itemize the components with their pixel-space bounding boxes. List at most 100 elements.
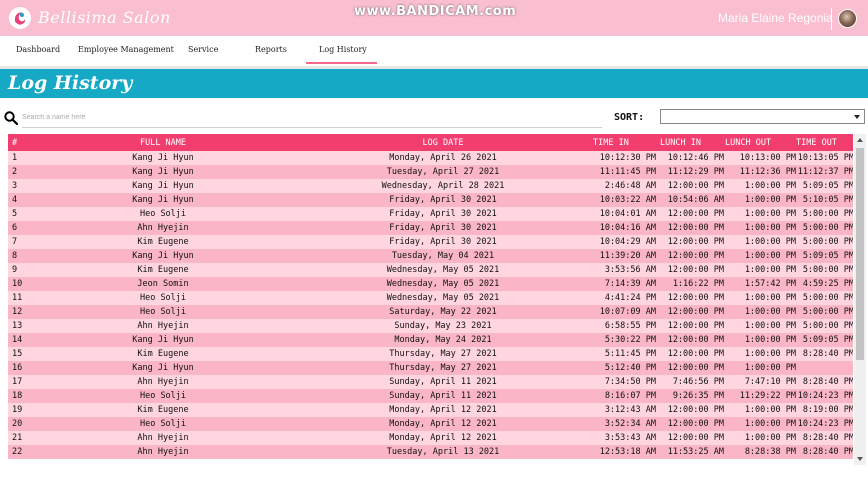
table-row[interactable]: 13 Ahn Hyejin Sunday, May 23 2021 6:58:55 P… [8, 319, 853, 333]
recording-watermark: www.BANDICAM.com [354, 4, 517, 19]
col-header-time-out: TIME OUT [796, 138, 837, 148]
table-row[interactable]: 15 Kim Eugene Thursday, May 27 2021 5:11:45… [8, 347, 853, 361]
row-log-date: Friday, April 30 2021 [389, 195, 497, 205]
table-row[interactable]: 14 Kang Ji Hyun Monday, May 24 2021 5:30:22… [8, 333, 853, 347]
table-row[interactable]: 1 Kang Ji Hyun Monday, April 26 2021 10:12:… [8, 151, 853, 165]
row-log-date: Friday, April 30 2021 [389, 223, 497, 233]
row-time-out: 10:24:23 PM [797, 391, 853, 401]
row-number: 19 [12, 405, 23, 415]
row-lunch-out: 1:00:00 PM [744, 223, 796, 233]
sort-dropdown[interactable] [660, 109, 865, 124]
nav-item-log-history[interactable]: Log History [319, 45, 367, 54]
row-lunch-out: 1:00:00 PM [744, 265, 796, 275]
row-lunch-out: 11:12:36 PM [739, 167, 796, 177]
row-log-date: Tuesday, May 04 2021 [391, 251, 495, 261]
row-number: 3 [12, 181, 18, 191]
row-lunch-in: 10:12:46 PM [667, 153, 724, 163]
row-log-date: Tuesday, April 27 2021 [386, 167, 500, 177]
nav-item-reports[interactable]: Reports [255, 45, 287, 54]
row-time-out: 5:00:00 PM [802, 293, 853, 303]
row-time-out: 5:00:00 PM [802, 209, 853, 219]
table-row[interactable]: 9 Kim Eugene Wednesday, May 05 2021 3:53:56… [8, 263, 853, 277]
row-log-date: Friday, April 30 2021 [389, 237, 497, 247]
table-row[interactable]: 12 Heo Solji Saturday, May 22 2021 10:07:09… [8, 305, 853, 319]
nav-item-employee-management[interactable]: Employee Management [78, 45, 174, 54]
table-row[interactable]: 3 Kang Ji Hyun Wednesday, April 28 2021 2:4… [8, 179, 853, 193]
row-lunch-out: 7:47:10 PM [744, 377, 796, 387]
row-number: 11 [12, 293, 23, 303]
row-time-out: 8:28:40 PM [802, 349, 853, 359]
row-time-out: 5:00:00 PM [802, 223, 853, 233]
row-lunch-in: 11:12:29 PM [667, 167, 724, 177]
sort-label: SORT: [614, 112, 645, 123]
page-footer-space [0, 465, 868, 489]
table-row[interactable]: 8 Kang Ji Hyun Tuesday, May 04 2021 11:39:2… [8, 249, 853, 263]
table-row[interactable]: 2 Kang Ji Hyun Tuesday, April 27 2021 11:11… [8, 165, 853, 179]
row-number: 1 [12, 153, 18, 163]
table-row[interactable]: 11 Heo Solji Wednesday, May 05 2021 4:41:24… [8, 291, 853, 305]
table-row[interactable]: 21 Ahn Hyejin Monday, April 12 2021 3:53:43… [8, 431, 853, 445]
user-name[interactable]: Maria Elaine Regonia [718, 11, 833, 25]
row-full-name: Kang Ji Hyun [132, 167, 194, 177]
row-number: 10 [12, 279, 23, 289]
table-row[interactable]: 7 Kim Eugene Friday, April 30 2021 10:04:29… [8, 235, 853, 249]
row-lunch-out: 1:00:00 PM [744, 405, 796, 415]
row-time-out: 5:09:05 PM [802, 251, 853, 261]
row-full-name: Kang Ji Hyun [132, 153, 194, 163]
row-lunch-in: 12:00:00 PM [667, 251, 724, 261]
row-time-in: 3:53:43 AM [604, 433, 656, 443]
scrollbar-thumb[interactable] [856, 148, 864, 360]
page-title: Log History [8, 72, 133, 94]
row-time-out: 8:19:00 PM [802, 405, 853, 415]
row-time-in: 8:16:07 PM [604, 391, 656, 401]
row-log-date: Monday, April 12 2021 [389, 419, 497, 429]
table-row[interactable]: 4 Kang Ji Hyun Friday, April 30 2021 10:03:… [8, 193, 853, 207]
table-row[interactable]: 6 Ahn Hyejin Friday, April 30 2021 10:04:16… [8, 221, 853, 235]
row-full-name: Kang Ji Hyun [132, 181, 194, 191]
table-row[interactable]: 5 Heo Solji Friday, April 30 2021 10:04:01 … [8, 207, 853, 221]
row-lunch-in: 1:16:22 PM [672, 279, 724, 289]
row-time-in: 11:11:45 PM [599, 167, 656, 177]
row-log-date: Wednesday, May 05 2021 [386, 265, 500, 275]
row-number: 5 [12, 209, 18, 219]
row-log-date: Wednesday, May 05 2021 [386, 293, 500, 303]
row-lunch-in: 9:26:35 PM [672, 391, 724, 401]
table-row[interactable]: 22 Ahn Hyejin Tuesday, April 13 2021 12:53:… [8, 445, 853, 459]
row-lunch-in: 12:00:00 PM [667, 209, 724, 219]
scroll-up-icon[interactable] [857, 138, 863, 142]
row-log-date: Wednesday, April 28 2021 [381, 181, 505, 191]
col-header-log-date: LOG DATE [422, 138, 464, 148]
row-full-name: Heo Solji [139, 391, 187, 401]
row-full-name: Ahn Hyejin [137, 377, 189, 387]
avatar[interactable] [838, 9, 857, 28]
search-input[interactable] [22, 108, 602, 128]
row-lunch-out: 1:00:00 PM [744, 251, 796, 261]
row-lunch-out: 1:57:42 PM [744, 279, 796, 289]
table-row[interactable]: 19 Kim Eugene Monday, April 12 2021 3:12:43… [8, 403, 853, 417]
row-log-date: Friday, April 30 2021 [389, 209, 497, 219]
table-scrollbar[interactable] [854, 134, 866, 465]
row-full-name: Kang Ji Hyun [132, 335, 194, 345]
row-lunch-out: 10:13:00 PM [739, 153, 796, 163]
table-row[interactable]: 17 Ahn Hyejin Sunday, April 11 2021 7:34:50… [8, 375, 853, 389]
row-full-name: Kim Eugene [137, 265, 189, 275]
row-time-in: 11:39:20 AM [599, 251, 656, 261]
row-number: 2 [12, 167, 18, 177]
table-row[interactable]: 10 Jeon Somin Wednesday, May 05 2021 7:14:3… [8, 277, 853, 291]
table-row[interactable]: 18 Heo Solji Sunday, April 11 2021 8:16:07 … [8, 389, 853, 403]
row-log-date: Monday, April 12 2021 [389, 405, 497, 415]
table-row[interactable]: 20 Heo Solji Monday, April 12 2021 3:52:34 … [8, 417, 853, 431]
row-time-out: 4:59:25 PM [802, 279, 853, 289]
row-full-name: Ahn Hyejin [137, 223, 189, 233]
row-lunch-in: 12:00:00 PM [667, 349, 724, 359]
search-icon[interactable] [4, 111, 18, 125]
nav-item-dashboard[interactable]: Dashboard [16, 45, 60, 54]
nav-item-service[interactable]: Service [188, 45, 218, 54]
row-number: 8 [12, 251, 18, 261]
row-time-out: 11:12:37 PM [797, 167, 853, 177]
table-row[interactable]: 16 Kang Ji Hyun Thursday, May 27 2021 5:12:… [8, 361, 853, 375]
row-number: 22 [12, 447, 23, 457]
scroll-down-icon[interactable] [857, 457, 863, 461]
row-full-name: Kang Ji Hyun [132, 251, 194, 261]
row-time-in: 3:12:43 AM [604, 405, 656, 415]
